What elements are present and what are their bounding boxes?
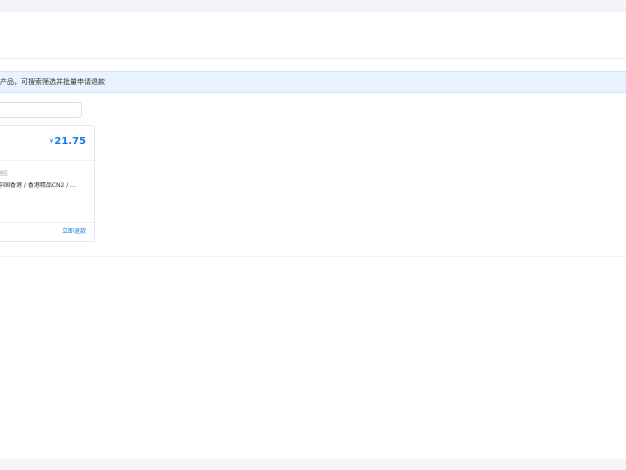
product-card: ¥21.75 地区 中国香港 / 香港精品CN2 / … 立即退款	[0, 125, 95, 242]
header-area	[0, 12, 626, 59]
refund-link[interactable]: 立即退款	[62, 228, 86, 236]
search-input[interactable]	[0, 102, 82, 118]
region-path: 中国香港 / 香港精品CN2 / …	[0, 182, 77, 189]
card-divider	[0, 160, 94, 161]
top-strip	[0, 0, 626, 12]
main-content: 产品，可搜索筛选并批量申请退款 ¥21.75 地区 中国香港 / 香港精品CN2…	[0, 59, 626, 459]
price-value: 21.75	[54, 136, 86, 147]
notice-text: 产品，可搜索筛选并批量申请退款	[0, 78, 105, 86]
currency-symbol: ¥	[49, 138, 54, 145]
bottom-strip	[0, 459, 626, 470]
region-label: 地区	[0, 171, 9, 177]
card-divider	[0, 222, 94, 223]
notice-bar: 产品，可搜索筛选并批量申请退款	[0, 71, 626, 93]
product-price: ¥21.75	[50, 136, 86, 148]
content-divider	[0, 256, 626, 257]
